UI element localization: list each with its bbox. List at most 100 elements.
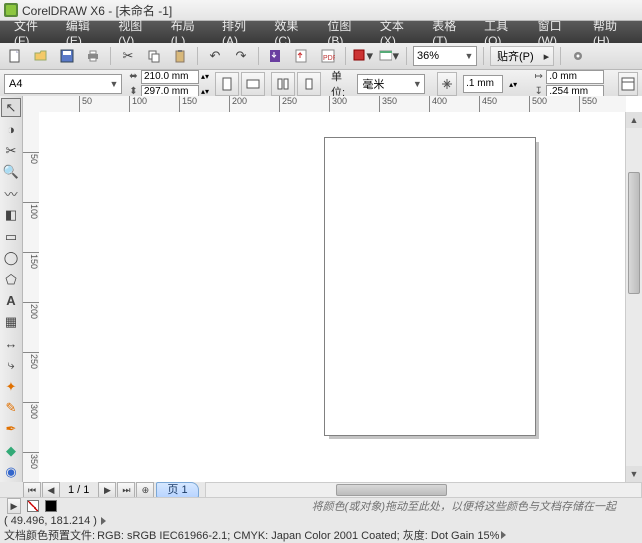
interactive-fill-tool[interactable]: ◉: [1, 463, 21, 482]
caret-icon: ▸: [540, 50, 554, 63]
horizontal-scrollbar[interactable]: [205, 482, 642, 498]
eyedropper-tool[interactable]: ✎: [1, 398, 21, 417]
portrait-button[interactable]: [215, 72, 239, 96]
ruler-tick: 150: [23, 252, 39, 269]
pdf-icon: PDF: [321, 49, 335, 63]
rectangle-tool[interactable]: ▭: [1, 227, 21, 246]
color-profile-bar: 文档颜色预置文件: RGB: sRGB IEC61966-2.1; CMYK: …: [0, 528, 642, 541]
pick-tool[interactable]: ↖: [1, 98, 21, 117]
nudge-input[interactable]: .1 mm: [463, 75, 503, 93]
import-button[interactable]: [265, 45, 287, 67]
menu-tools[interactable]: 工具(O): [476, 15, 528, 50]
canvas-wrap: 50 100 150 200 250 300 350 400 450 500 5…: [23, 96, 642, 482]
spinner-icon[interactable]: ▴▾: [201, 87, 209, 96]
options-button[interactable]: [567, 45, 589, 67]
next-page-button[interactable]: ▶: [98, 482, 116, 498]
text-tool[interactable]: A: [1, 291, 21, 310]
color-left-button[interactable]: ▶: [7, 498, 21, 514]
last-page-button[interactable]: ⏭: [117, 482, 135, 498]
ellipse-tool[interactable]: ◯: [1, 248, 21, 267]
polygon-tool[interactable]: ⬠: [1, 270, 21, 289]
open-button[interactable]: [30, 45, 52, 67]
black-swatch[interactable]: [45, 500, 57, 512]
treat-as-filled-button[interactable]: [618, 72, 638, 96]
menubar: 文件(F) 编辑(E) 视图(V) 布局(L) 排列(A) 效果(C) 位图(B…: [0, 21, 642, 43]
portrait-icon: [221, 77, 233, 91]
import-icon: [269, 49, 283, 63]
vertical-scrollbar[interactable]: ▲ ▼: [625, 112, 642, 482]
separator: [483, 47, 484, 65]
freehand-tool[interactable]: 〰: [1, 184, 21, 204]
publish-pdf-button[interactable]: PDF: [317, 45, 339, 67]
welcome-button[interactable]: ▾: [378, 45, 400, 67]
separator: [406, 47, 407, 65]
profile-label: 文档颜色预置文件:: [4, 527, 95, 543]
menu-help[interactable]: 帮助(H): [585, 15, 636, 50]
smartfill-tool[interactable]: ◧: [1, 206, 21, 225]
expand-icon[interactable]: [101, 517, 106, 525]
copy-button[interactable]: [143, 45, 165, 67]
fill-tool[interactable]: ◆: [1, 441, 21, 460]
app-launcher-button[interactable]: ▾: [352, 45, 374, 67]
page-tab[interactable]: 页 1: [156, 482, 198, 498]
cut-button[interactable]: ✂: [117, 45, 139, 67]
color-bar: ▶ 将颜色(或对象)拖动至此处，以便将这些颜色与文档存储在一起: [0, 497, 642, 514]
menu-table[interactable]: 表格(T): [424, 15, 474, 50]
scroll-up-icon[interactable]: ▲: [626, 112, 642, 128]
dup-x-input[interactable]: .0 mm: [546, 70, 604, 84]
new-button[interactable]: [4, 45, 26, 67]
paper-size-combo[interactable]: A4 ▼: [4, 74, 122, 94]
dimension-tool[interactable]: ↔: [1, 334, 21, 353]
outline-tool[interactable]: ✒: [1, 420, 21, 439]
ruler-tick: 250: [279, 96, 297, 112]
expand-icon[interactable]: [501, 531, 506, 539]
page-navigator: ⏮ ◀ 1 / 1 ▶ ⏭ ⊕ 页 1: [0, 482, 642, 498]
landscape-button[interactable]: [241, 72, 265, 96]
all-pages-button[interactable]: [271, 72, 295, 96]
table-tool[interactable]: ▦: [1, 313, 21, 332]
dup-x-icon: ↦: [533, 71, 544, 82]
first-page-button[interactable]: ⏮: [23, 482, 41, 498]
ruler-tick: 50: [79, 96, 92, 112]
zoom-input[interactable]: [414, 50, 462, 62]
scroll-thumb[interactable]: [628, 172, 640, 294]
paste-button[interactable]: [169, 45, 191, 67]
vertical-ruler[interactable]: 50 100 150 200 250 300 350: [23, 112, 40, 482]
ruler-tick: 300: [329, 96, 347, 112]
scroll-thumb[interactable]: [336, 484, 447, 496]
current-page-button[interactable]: [297, 72, 321, 96]
shape-tool[interactable]: ◑: [1, 119, 21, 138]
print-button[interactable]: [82, 45, 104, 67]
ruler-tick: 100: [129, 96, 147, 112]
undo-button[interactable]: ↶: [204, 45, 226, 67]
interactive-tool[interactable]: ✦: [1, 377, 21, 396]
add-page-button[interactable]: ⊕: [136, 482, 154, 498]
redo-button[interactable]: ↷: [230, 45, 252, 67]
crop-tool[interactable]: ✂: [1, 141, 21, 160]
canvas[interactable]: [39, 112, 626, 482]
spinner-icon[interactable]: ▴▾: [201, 72, 209, 81]
spinner-icon[interactable]: ▴▾: [509, 80, 517, 89]
chevron-down-icon[interactable]: ▼: [462, 51, 476, 61]
snap-combo[interactable]: 贴齐(P) ▸: [490, 46, 554, 66]
units-combo[interactable]: 毫米 ▼: [357, 74, 425, 94]
chevron-down-icon[interactable]: ▼: [410, 79, 424, 89]
horizontal-ruler[interactable]: 50 100 150 200 250 300 350 400 450 500 5…: [23, 96, 626, 113]
save-button[interactable]: [56, 45, 78, 67]
page-counter: 1 / 1: [60, 484, 97, 496]
page[interactable]: [324, 137, 536, 436]
connector-tool[interactable]: ⤷: [1, 355, 21, 374]
snap-label: 贴齐(P): [491, 48, 540, 64]
scroll-down-icon[interactable]: ▼: [626, 466, 642, 482]
nudge-button[interactable]: [437, 72, 457, 96]
export-button[interactable]: [291, 45, 313, 67]
chevron-down-icon[interactable]: ▼: [107, 79, 121, 89]
ruler-tick: 200: [23, 302, 39, 319]
launcher-icon: [353, 49, 366, 63]
zoom-tool[interactable]: 🔍: [1, 162, 21, 181]
units-value: 毫米: [358, 76, 410, 92]
zoom-combo[interactable]: ▼: [413, 46, 477, 66]
no-fill-swatch[interactable]: [27, 500, 39, 512]
prev-page-button[interactable]: ◀: [42, 482, 60, 498]
page-width-input[interactable]: 210.0 mm: [141, 70, 199, 84]
